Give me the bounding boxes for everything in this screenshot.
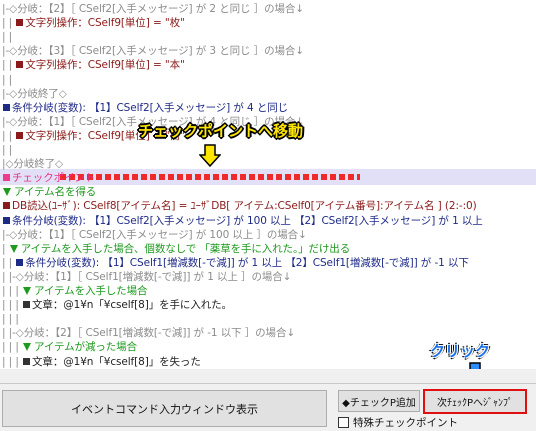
code-line[interactable]: | | 文字列操作：CSelf9[単位] = "枚" bbox=[2, 15, 185, 31]
command-square-icon bbox=[16, 131, 24, 139]
jump-next-checkpoint-button[interactable]: 次ﾁｪｯｸPへｼﾞｬﾝﾌﾟ bbox=[423, 389, 527, 414]
checkbox-box[interactable] bbox=[338, 417, 349, 428]
code-line[interactable]: | | | 文章：@1¥n「¥cself[8]」を失った bbox=[2, 354, 201, 370]
move-to-checkpoint-callout: チェックポイントへ移動 bbox=[138, 122, 304, 140]
bottom-toolbar: イベントコマンド入力ウィンドウ表示 ◆チェックP追加 次ﾁｪｯｸPへｼﾞｬﾝﾌﾟ… bbox=[0, 383, 536, 431]
command-text: アイテム名を得る bbox=[14, 186, 97, 199]
event-code-editor[interactable]: |-◇分岐：【2】［ CSelf2[入手メッセージ] が 2 と同じ ］の場合↓… bbox=[0, 0, 536, 383]
comment-triangle-icon bbox=[23, 287, 32, 295]
command-text: アイテムが減った場合 bbox=[34, 341, 137, 354]
code-line[interactable]: | | | 文章：@1¥n「¥cself[8]」を手に入れた。 bbox=[2, 297, 232, 313]
command-square-icon bbox=[16, 61, 24, 69]
indent-guide: | | bbox=[2, 73, 13, 86]
command-square-icon bbox=[16, 19, 24, 27]
command-text: チェックポイント bbox=[12, 172, 96, 185]
indent-guide: |-◇分岐：【1】［ CSelf2[入手メッセージ] が 100 以上 ］の場合… bbox=[2, 228, 307, 241]
command-text: 条件分岐(変数): 【1】CSelf1[増減数[-で減]] が 1 以上 【2】… bbox=[25, 256, 469, 269]
indent-guide: |-◇分岐：【3】［ CSelf2[入手メッセージ] が 3 と同じ ］の場合↓ bbox=[2, 45, 304, 58]
indent-guide: | | bbox=[2, 31, 13, 44]
command-square-icon bbox=[23, 357, 31, 365]
special-checkpoint-label: 特殊チェックポイント bbox=[353, 417, 458, 429]
special-checkpoint-checkbox[interactable]: 特殊チェックポイント bbox=[338, 415, 458, 430]
command-text: 文字列操作：CSelf9[単位] = "本" bbox=[25, 59, 185, 72]
comment-triangle-icon bbox=[23, 343, 32, 352]
indent-guide: | | | bbox=[2, 313, 19, 326]
indent-guide: |◇分岐終了◇ bbox=[2, 158, 63, 171]
command-square-icon bbox=[16, 258, 24, 266]
code-line[interactable]: | | 文字列操作：CSelf9[単位] = "本" bbox=[2, 57, 185, 73]
command-text: 文章：@1¥n「¥cself[8]」を失った bbox=[32, 355, 201, 368]
command-text: アイテムを入手した場合、個数なしで 「薬草を手に入れた。」だけ出る bbox=[20, 242, 351, 255]
comment-triangle-icon bbox=[3, 188, 11, 197]
command-square-icon bbox=[3, 216, 10, 224]
indent-guide: | | | bbox=[2, 299, 23, 312]
indent-guide: |-◇分岐：【2】［ CSelf2[入手メッセージ] が 2 と同じ ］の場合↓ bbox=[2, 3, 304, 15]
command-text: 文字列操作：CSelf9[単位] = "枚" bbox=[25, 17, 185, 30]
indent-guide: |-◇分岐終了◇ bbox=[2, 87, 67, 100]
add-checkpoint-button[interactable]: ◆チェックP追加 bbox=[338, 390, 420, 412]
horizontal-scrollbar[interactable] bbox=[0, 369, 536, 383]
command-text: アイテムを入手した場合 bbox=[34, 285, 148, 297]
indent-guide: | |-◇分岐：【2】［ CSelf1[増減数[-で減]] が -1 以下 ］の… bbox=[2, 327, 296, 340]
command-text: 条件分岐(変数): 【1】CSelf2[入手メッセージ] が 100 以上 【2… bbox=[12, 214, 483, 227]
indent-guide: | | bbox=[2, 17, 16, 30]
indent-guide: | | | bbox=[2, 355, 23, 368]
click-callout: クリック bbox=[430, 342, 491, 360]
command-square-icon bbox=[3, 174, 10, 182]
indent-guide: | | bbox=[2, 144, 13, 156]
command-square-icon bbox=[3, 103, 10, 111]
indent-guide: | | | bbox=[2, 341, 23, 354]
command-text: 条件分岐(変数): 【1】CSelf2[入手メッセージ] が 4 と同じ bbox=[12, 101, 289, 114]
indent-guide: | | bbox=[2, 129, 16, 142]
command-square-icon bbox=[23, 301, 31, 309]
down-arrow-icon bbox=[199, 144, 221, 168]
indent-guide: | | bbox=[2, 256, 16, 269]
indent-guide: | | bbox=[2, 59, 16, 72]
indent-guide: | bbox=[2, 242, 9, 255]
command-text: 文章：@1¥n「¥cself[8]」を手に入れた。 bbox=[32, 299, 232, 312]
checkpoint-dotted-marker bbox=[60, 170, 360, 184]
event-command-window-button[interactable]: イベントコマンド入力ウィンドウ表示 bbox=[2, 390, 327, 427]
command-text: DB読込(ﾕｰｻﾞ): CSelf8[アイテム名] = ﾕｰｻﾞDB[ アイテム… bbox=[12, 200, 477, 213]
comment-triangle-icon bbox=[9, 244, 18, 253]
indent-guide: | |-◇分岐：【1】［ CSelf1[増減数[-で減]] が 1 以上 ］の場… bbox=[2, 270, 292, 283]
command-square-icon bbox=[3, 202, 10, 210]
indent-guide: | | | bbox=[2, 285, 23, 297]
